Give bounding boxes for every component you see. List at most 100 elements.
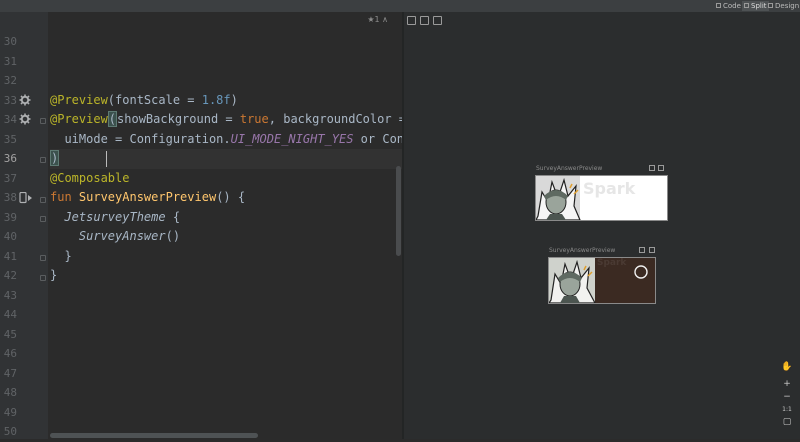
horizontal-scrollbar[interactable] [50, 433, 258, 438]
refresh-icon[interactable] [407, 16, 416, 25]
composable-call-token: SurveyAnswer [78, 229, 166, 243]
code-line: JetsurveyTheme { [50, 208, 180, 228]
code-line: @Preview(fontScale = 1.8f) [50, 91, 238, 111]
fit-screen-icon[interactable]: ▢ [781, 417, 793, 427]
code-token: showBackground = [117, 112, 240, 126]
preview-frame-dark[interactable]: Spark [548, 257, 656, 304]
line-number: 46 [3, 347, 17, 360]
preview-options-icon[interactable] [649, 165, 655, 171]
preview-label: SurveyAnswerPreview [549, 247, 616, 254]
line-number: 39 [3, 210, 17, 224]
code-line: SurveyAnswer() [50, 227, 180, 247]
fold-marker[interactable] [40, 197, 46, 203]
design-mode-label: Design [775, 2, 800, 10]
answer-text: Spark [583, 179, 636, 198]
line-number: 48 [3, 386, 17, 399]
design-surface[interactable]: SurveyAnswerPreview Spark SurveyAnswerPr… [404, 12, 800, 439]
code-token: () [165, 229, 181, 243]
code-token: , backgroundColor = [268, 112, 402, 126]
code-mode-button[interactable]: Code [714, 1, 743, 11]
code-line: fun SurveyAnswerPreview() { [50, 188, 245, 208]
fold-marker[interactable] [40, 157, 46, 163]
line-number: 34 [3, 113, 17, 126]
line-number: 38 [3, 191, 17, 204]
code-mode-label: Code [723, 2, 741, 10]
preview-refresh-icon[interactable] [649, 247, 655, 253]
code-token: (fontScale = [107, 92, 202, 107]
gear-icon[interactable] [19, 113, 31, 125]
code-view-icon [716, 3, 721, 8]
zoom-in-icon[interactable]: + [781, 379, 793, 389]
line-number: 37 [3, 171, 17, 185]
line-number: 32 [3, 74, 17, 87]
layout-icon[interactable] [420, 16, 429, 25]
code-line: uiMode = Configuration.UI_MODE_NIGHT_YES… [50, 130, 402, 150]
code-token: ) [230, 92, 238, 107]
code-token: uiMode = Configuration. [50, 131, 231, 146]
fold-marker[interactable] [40, 255, 46, 261]
line-number: 41 [3, 249, 17, 263]
line-number: 35 [3, 132, 17, 146]
line-number: 30 [3, 35, 17, 48]
fold-marker[interactable] [40, 118, 46, 124]
matched-paren: ) [50, 150, 60, 166]
annotation-token: @Preview [50, 112, 108, 126]
select-icon[interactable] [433, 16, 442, 25]
split-mode-label: Split [751, 2, 767, 10]
vertical-scrollbar[interactable] [396, 166, 401, 256]
zoom-reset-icon[interactable]: 1:1 [781, 405, 793, 415]
code-line: } [50, 248, 72, 263]
annotation-token: @Composable [50, 170, 130, 185]
keyword-token: true [239, 112, 269, 126]
line-number: 31 [3, 54, 17, 68]
preview-refresh-icon[interactable] [658, 165, 664, 171]
line-number: 47 [3, 366, 17, 380]
keyword-token: fun [50, 190, 79, 204]
design-view-icon [768, 3, 773, 8]
function-name-token: SurveyAnswerPreview [78, 190, 217, 204]
run-preview-icon[interactable] [19, 191, 32, 204]
composable-call-token: JetsurveyTheme [64, 209, 166, 224]
fold-marker[interactable] [40, 275, 46, 281]
gear-icon[interactable] [19, 94, 31, 106]
code-line: @Preview(showBackground = true, backgrou… [50, 110, 402, 130]
line-number: 49 [3, 405, 17, 419]
code-area[interactable]: @Preview(fontScale = 1.8f) @Preview(show… [50, 12, 402, 439]
line-number: 43 [3, 288, 17, 302]
preview-frame-light[interactable]: Spark [535, 175, 668, 221]
annotation-token: @Preview [50, 92, 108, 107]
code-line: @Composable [50, 169, 129, 189]
line-number: 44 [3, 308, 17, 321]
split-mode-button[interactable]: Split [742, 1, 769, 11]
code-token: Conf [382, 131, 402, 146]
design-mode-button[interactable]: Design [766, 1, 800, 11]
code-token: { [165, 209, 181, 224]
text-caret [106, 151, 107, 167]
code-token: () { [216, 190, 246, 204]
number-token: 1.8f [201, 92, 231, 107]
inspection-indicator[interactable]: ★1 ∧ [367, 15, 388, 24]
preview-label: SurveyAnswerPreview [536, 165, 603, 172]
line-number: 42 [3, 269, 17, 282]
code-line: } [50, 268, 58, 282]
split-view-icon [744, 3, 749, 8]
matched-paren: ( [107, 111, 118, 127]
line-number: 33 [3, 93, 17, 107]
answer-text: Spark [597, 258, 627, 268]
current-line-highlight [50, 149, 402, 169]
constant-token: UI_MODE_NIGHT_YES [230, 131, 354, 146]
radio-button[interactable] [635, 266, 647, 278]
line-number: 40 [3, 230, 17, 243]
code-token: or [353, 131, 383, 146]
pan-icon[interactable]: ✋ [781, 362, 793, 372]
line-number: 45 [3, 327, 17, 341]
zoom-out-icon[interactable]: − [781, 392, 793, 402]
preview-options-icon[interactable] [639, 247, 645, 253]
line-number-current: 36 [3, 152, 17, 165]
code-editor[interactable]: 30 31 32 33 34 35 36 37 38 39 40 41 42 4… [0, 12, 402, 439]
fold-marker[interactable] [40, 216, 46, 222]
editor-gutter: 30 31 32 33 34 35 36 37 38 39 40 41 42 4… [0, 12, 48, 439]
code-line: ) [50, 149, 60, 169]
